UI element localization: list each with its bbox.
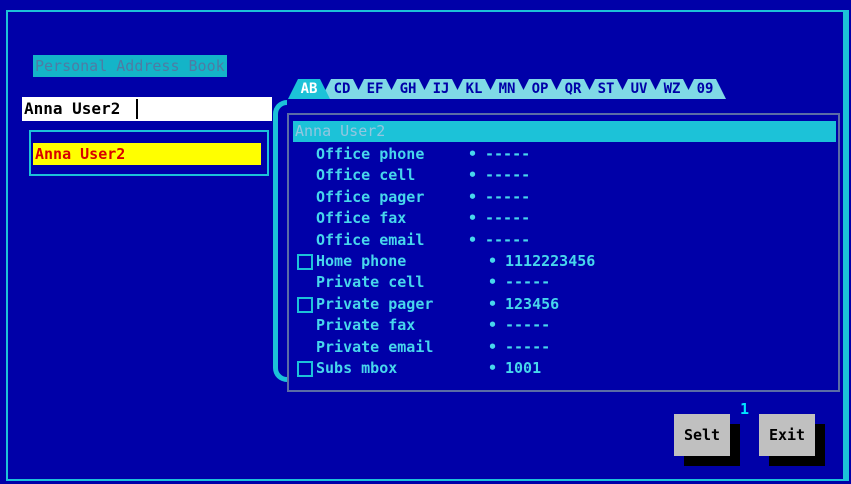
select-button[interactable]: Selt [674, 414, 730, 456]
text-cursor [136, 99, 138, 119]
field-label: Office pager [316, 187, 425, 206]
field-row-subs-mbox: Subs mbox • 1001 [295, 358, 835, 379]
bullet-separator: • [488, 273, 498, 292]
field-value[interactable]: ----- [485, 165, 530, 186]
app-title: Personal Address Book [33, 55, 227, 77]
field-row-office-cell: Office cell • ----- [295, 165, 835, 186]
bullet-separator: • [468, 230, 478, 249]
field-row-private-fax: Private fax • ----- [295, 315, 835, 336]
field-label: Office cell [316, 166, 416, 185]
field-row-home-phone: Home phone • 1112223456 [295, 251, 835, 272]
field-label: Office email [316, 230, 425, 249]
field-value[interactable]: 123456 [505, 294, 559, 315]
field-label: Office fax [316, 209, 407, 228]
list-item[interactable]: Anna User2 [33, 143, 261, 165]
field-value[interactable]: ----- [485, 144, 530, 165]
field-value[interactable]: 1001 [505, 358, 541, 379]
field-value[interactable]: ----- [485, 187, 530, 208]
field-value[interactable]: ----- [505, 315, 550, 336]
field-row-private-pager: Private pager • 123456 [295, 294, 835, 315]
bullet-separator: • [468, 209, 478, 228]
list-detail-bracket [273, 100, 287, 382]
field-row-office-email: Office email • ----- [295, 230, 835, 251]
field-row-office-fax: Office fax • ----- [295, 208, 835, 229]
field-checkbox[interactable] [297, 254, 313, 270]
contact-name-header: Anna User2 [293, 121, 836, 142]
exit-button[interactable]: Exit [759, 414, 815, 456]
field-row-private-cell: Private cell • ----- [295, 272, 835, 293]
field-value[interactable]: 1112223456 [505, 251, 595, 272]
field-checkbox[interactable] [297, 296, 313, 313]
bullet-separator: • [468, 187, 478, 206]
field-value[interactable]: ----- [505, 272, 550, 293]
bullet-separator: • [488, 252, 498, 270]
bullet-separator: • [468, 166, 478, 185]
field-row-office-phone: Office phone • ----- [295, 144, 835, 165]
selection-count-badge: 1 [740, 400, 750, 418]
search-input[interactable] [22, 97, 272, 121]
field-row-office-pager: Office pager • ----- [295, 187, 835, 208]
field-label: Subs mbox [316, 359, 398, 377]
field-label: Private fax [316, 316, 416, 335]
bullet-separator: • [468, 145, 478, 163]
bullet-separator: • [488, 316, 498, 335]
right-border [843, 10, 849, 481]
field-value[interactable]: ----- [485, 230, 530, 251]
bullet-separator: • [488, 337, 498, 356]
field-checkbox[interactable] [297, 361, 313, 377]
field-value[interactable]: ----- [505, 337, 550, 358]
field-label: Private cell [316, 273, 425, 292]
field-label: Private email [316, 337, 434, 356]
field-label: Office phone [316, 145, 425, 163]
field-value[interactable]: ----- [485, 208, 530, 229]
bullet-separator: • [488, 294, 498, 313]
field-label: Private pager [316, 294, 434, 313]
bullet-separator: • [488, 359, 498, 377]
field-row-private-email: Private email • ----- [295, 337, 835, 358]
field-label: Home phone [316, 252, 407, 270]
